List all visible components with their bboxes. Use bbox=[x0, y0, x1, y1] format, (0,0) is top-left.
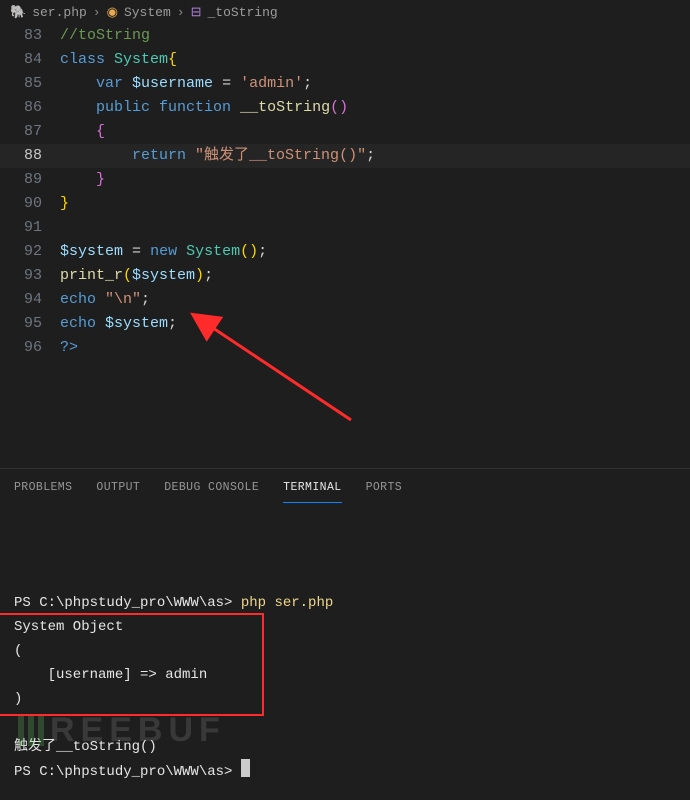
line-number: 90 bbox=[0, 192, 42, 216]
code-line[interactable] bbox=[60, 216, 690, 240]
line-number: 92 bbox=[0, 240, 42, 264]
terminal-line: ( bbox=[14, 639, 676, 663]
line-number: 88 bbox=[0, 144, 42, 168]
terminal-line: PS C:\phpstudy_pro\WWW\as> bbox=[14, 759, 676, 784]
code-line[interactable]: print_r($system); bbox=[60, 264, 690, 288]
class-icon: ◉ bbox=[107, 5, 118, 20]
code-line[interactable]: var $username = 'admin'; bbox=[60, 72, 690, 96]
code-line[interactable]: //toString bbox=[60, 24, 690, 48]
code-line[interactable]: return "触发了__toString()"; bbox=[60, 144, 690, 168]
line-number: 94 bbox=[0, 288, 42, 312]
line-number: 86 bbox=[0, 96, 42, 120]
panel-tab-ports[interactable]: PORTS bbox=[366, 477, 403, 503]
breadcrumb: 🐘 ser.php › ◉ System › ⊟ _toString bbox=[0, 0, 690, 24]
line-number: 95 bbox=[0, 312, 42, 336]
line-gutter: 8384858687888990919293949596 bbox=[0, 24, 60, 360]
code-line[interactable]: { bbox=[60, 120, 690, 144]
code-line[interactable]: $system = new System(); bbox=[60, 240, 690, 264]
code-area[interactable]: //toStringclass System{ var $username = … bbox=[60, 24, 690, 360]
code-line[interactable]: } bbox=[60, 168, 690, 192]
terminal-cursor bbox=[241, 759, 250, 777]
panel-tabs: PROBLEMS OUTPUT DEBUG CONSOLE TERMINAL PORTS bbox=[0, 469, 690, 503]
code-line[interactable]: echo $system; bbox=[60, 312, 690, 336]
panel-tab-debug-console[interactable]: DEBUG CONSOLE bbox=[164, 477, 259, 503]
chevron-right-icon: › bbox=[93, 5, 101, 20]
chevron-right-icon: › bbox=[177, 5, 185, 20]
terminal-line: ) bbox=[14, 687, 676, 711]
line-number: 96 bbox=[0, 336, 42, 360]
code-line[interactable]: public function __toString() bbox=[60, 96, 690, 120]
panel-tab-terminal[interactable]: TERMINAL bbox=[283, 477, 341, 503]
line-number: 84 bbox=[0, 48, 42, 72]
line-number: 83 bbox=[0, 24, 42, 48]
terminal-line: [username] => admin bbox=[14, 663, 676, 687]
code-line[interactable]: } bbox=[60, 192, 690, 216]
terminal-line: System Object bbox=[14, 615, 676, 639]
code-line[interactable]: ?> bbox=[60, 336, 690, 360]
line-number: 85 bbox=[0, 72, 42, 96]
watermark: REEBUF bbox=[18, 711, 226, 750]
line-number: 89 bbox=[0, 168, 42, 192]
code-editor[interactable]: 8384858687888990919293949596 //toStringc… bbox=[0, 24, 690, 360]
breadcrumb-method[interactable]: _toString bbox=[207, 5, 277, 20]
terminal[interactable]: PS C:\phpstudy_pro\WWW\as> php ser.phpSy… bbox=[0, 503, 690, 800]
code-line[interactable]: echo "\n"; bbox=[60, 288, 690, 312]
panel-tab-problems[interactable]: PROBLEMS bbox=[14, 477, 72, 503]
panel-tab-output[interactable]: OUTPUT bbox=[96, 477, 140, 503]
line-number: 93 bbox=[0, 264, 42, 288]
breadcrumb-file[interactable]: ser.php bbox=[32, 5, 87, 20]
breadcrumb-class[interactable]: System bbox=[124, 5, 171, 20]
line-number: 87 bbox=[0, 120, 42, 144]
terminal-line: PS C:\phpstudy_pro\WWW\as> php ser.php bbox=[14, 591, 676, 615]
php-file-icon: 🐘 bbox=[10, 5, 26, 20]
line-number: 91 bbox=[0, 216, 42, 240]
code-line[interactable]: class System{ bbox=[60, 48, 690, 72]
method-icon: ⊟ bbox=[191, 5, 202, 20]
